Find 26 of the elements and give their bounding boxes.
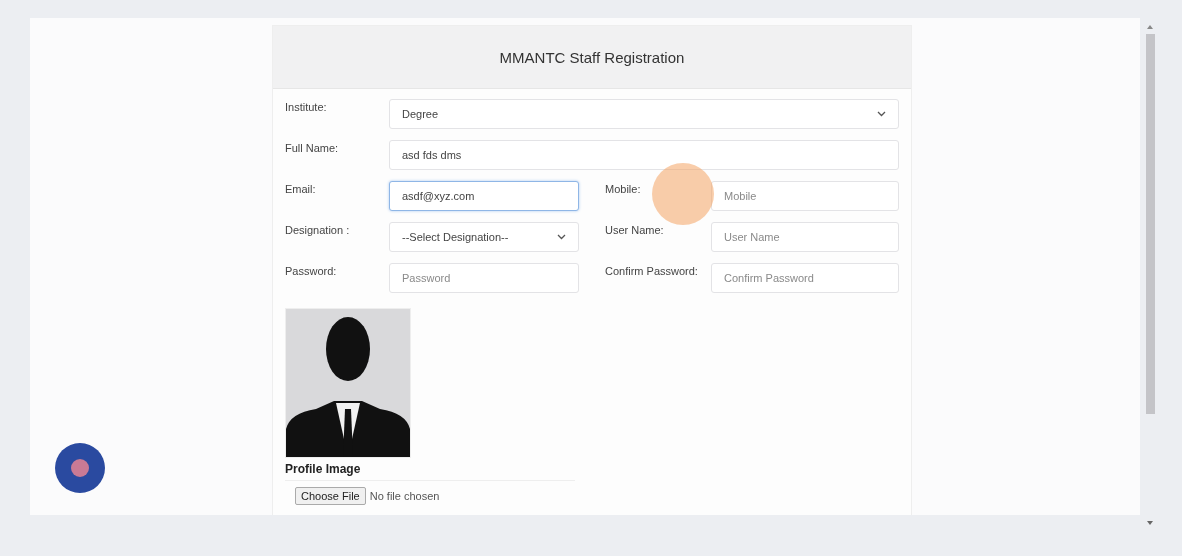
input-field[interactable]: Password	[389, 263, 579, 293]
input-field[interactable]: asd fds dms	[389, 140, 899, 170]
chevron-down-icon	[877, 111, 886, 117]
scroll-down-icon[interactable]	[1147, 521, 1153, 525]
field-label: Designation :	[285, 223, 351, 236]
field-label: Email:	[285, 182, 317, 195]
choose-file-button[interactable]: Choose File	[295, 487, 366, 505]
field-label: Institute:	[285, 100, 328, 113]
field-label: Mobile:	[605, 182, 642, 195]
file-input[interactable]: Choose File No file chosen	[285, 480, 575, 511]
select-field[interactable]: --Select Designation--	[389, 222, 579, 252]
form-title: MMANTC Staff Registration	[499, 48, 685, 66]
scroll-up-icon[interactable]	[1147, 25, 1153, 29]
field-label: User Name:	[605, 223, 665, 236]
field-label: Full Name:	[285, 141, 340, 154]
input-field[interactable]: asdf@xyz.com	[389, 181, 579, 211]
file-status: No file chosen	[369, 490, 440, 502]
select-field[interactable]: Degree	[389, 99, 899, 129]
input-field[interactable]: User Name	[711, 222, 899, 252]
field-label: Password:	[285, 264, 338, 277]
scrollbar-thumb[interactable]	[1145, 34, 1155, 414]
input-field[interactable]: Confirm Password	[711, 263, 899, 293]
chevron-down-icon	[557, 234, 566, 240]
input-field[interactable]: Mobile	[711, 181, 899, 211]
profile-image-label: Profile Image	[285, 462, 361, 476]
field-label: Confirm Password:	[605, 264, 699, 277]
